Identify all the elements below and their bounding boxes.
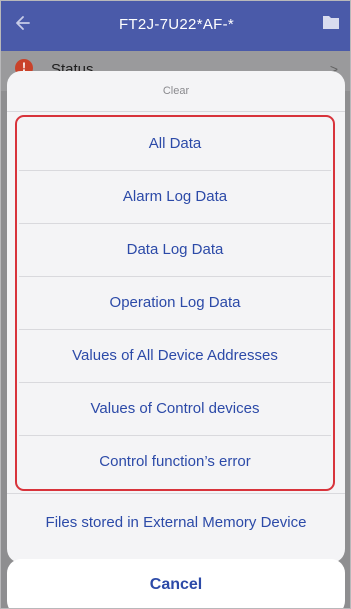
option-data-log-data[interactable]: Data Log Data (17, 223, 333, 276)
divider (7, 111, 345, 112)
option-all-data[interactable]: All Data (17, 117, 333, 170)
page-title: FT2J-7U22*AF-* (118, 16, 235, 33)
option-values-all-device-addresses[interactable]: Values of All Device Addresses (17, 329, 333, 382)
option-values-control-devices[interactable]: Values of Control devices (17, 382, 333, 435)
cancel-button[interactable]: Cancel (7, 559, 345, 608)
divider (7, 493, 345, 494)
option-alarm-log-data[interactable]: Alarm Log Data (17, 170, 333, 223)
action-sheet-title: Clear (162, 85, 190, 97)
back-arrow-icon[interactable] (13, 14, 31, 32)
folder-icon[interactable] (322, 14, 340, 30)
app-frame: FT2J-7U22*AF-* ! Status > Clear All Data… (0, 0, 351, 609)
option-operation-log-data[interactable]: Operation Log Data (17, 276, 333, 329)
option-control-function-error[interactable]: Control function’s error (17, 435, 333, 488)
highlighted-options-group: All Data Alarm Log Data Data Log Data Op… (15, 115, 335, 491)
header-bar: FT2J-7U22*AF-* (1, 1, 350, 51)
action-sheet: Clear All Data Alarm Log Data Data Log D… (7, 71, 345, 563)
option-external-memory-files[interactable]: Files stored in External Memory Device (7, 495, 345, 551)
